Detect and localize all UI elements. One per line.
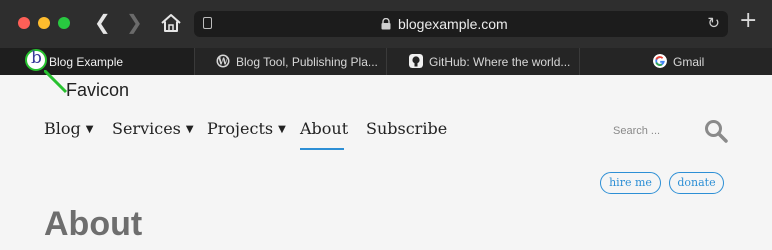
- tab-label: Blog Example: [49, 55, 124, 69]
- nav-label: Subscribe: [366, 119, 448, 138]
- favicon[interactable]: b: [31, 48, 42, 68]
- lock-icon: [381, 18, 391, 30]
- home-icon[interactable]: [160, 12, 182, 34]
- tab-github[interactable]: GitHub: Where the world...: [386, 48, 579, 75]
- tab-wordpress[interactable]: W Blog Tool, Publishing Pla...: [194, 48, 386, 75]
- nav-label: Services: [112, 119, 181, 138]
- browser-chrome: ❮ ❯ blogexample.com ↻ + Blog Example W B…: [0, 0, 772, 75]
- hire-me-button[interactable]: hire me: [600, 172, 661, 194]
- back-arrow-icon[interactable]: ❮: [94, 12, 111, 32]
- address-bar[interactable]: blogexample.com ↻: [194, 11, 728, 37]
- page-title: About: [44, 205, 143, 243]
- reload-icon[interactable]: ↻: [707, 14, 720, 32]
- google-icon: [653, 54, 667, 68]
- page-info-icon[interactable]: [203, 17, 212, 29]
- url-text: blogexample.com: [398, 16, 508, 32]
- nav-item-blog[interactable]: Blog ▼: [44, 119, 93, 138]
- caret-down-icon: ▼: [278, 124, 286, 135]
- tab-gmail[interactable]: Gmail: [579, 48, 772, 75]
- forward-arrow-icon[interactable]: ❯: [126, 12, 143, 32]
- web-page: Blog ▼ Services ▼ Projects ▼ About Subscrib…: [0, 75, 772, 250]
- github-icon: [409, 54, 423, 68]
- nav-label: Blog: [44, 119, 81, 138]
- nav-item-about[interactable]: About: [300, 119, 348, 138]
- tab-label: Gmail: [673, 55, 705, 69]
- new-tab-icon[interactable]: +: [739, 10, 757, 32]
- annotation-label: Favicon: [66, 80, 130, 100]
- nav-label: Projects: [207, 119, 274, 138]
- tab-bar: Blog Example W Blog Tool, Publishing Pla…: [0, 48, 772, 75]
- minimize-window-button[interactable]: [38, 17, 50, 29]
- wordpress-icon: W: [216, 54, 230, 68]
- tab-label: GitHub: Where the world...: [429, 55, 571, 69]
- zoom-window-button[interactable]: [58, 17, 70, 29]
- nav-item-projects[interactable]: Projects ▼: [207, 119, 286, 138]
- tab-label: Blog Tool, Publishing Pla...: [236, 55, 378, 69]
- donate-button[interactable]: donate: [669, 172, 724, 194]
- svg-text:W: W: [217, 58, 229, 68]
- search-input[interactable]: Search ...: [613, 125, 660, 137]
- close-window-button[interactable]: [18, 17, 30, 29]
- caret-down-icon: ▼: [85, 124, 94, 135]
- browser-toolbar: ❮ ❯ blogexample.com ↻ +: [0, 0, 772, 48]
- nav-label: About: [300, 119, 349, 138]
- caret-down-icon: ▼: [185, 124, 194, 135]
- nav-item-services[interactable]: Services ▼: [112, 119, 194, 138]
- search-icon[interactable]: [704, 119, 728, 143]
- nav-item-subscribe[interactable]: Subscribe: [366, 119, 447, 138]
- active-nav-underline: [300, 148, 344, 150]
